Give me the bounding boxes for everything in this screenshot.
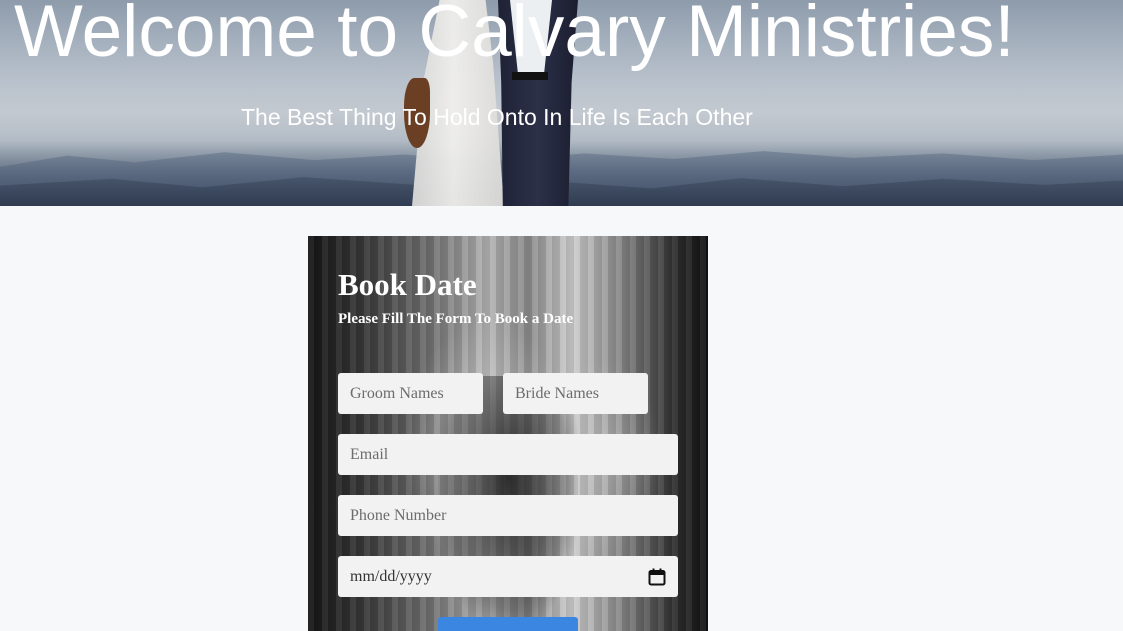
groom-names-input[interactable] bbox=[338, 373, 483, 414]
hero-tagline: The Best Thing To Hold Onto In Life Is E… bbox=[241, 104, 753, 130]
form-subtitle: Please Fill The Form To Book a Date bbox=[338, 310, 574, 327]
calendar-icon[interactable] bbox=[648, 568, 666, 586]
phone-number-input[interactable] bbox=[338, 495, 678, 536]
email-input[interactable] bbox=[338, 434, 678, 475]
date-input[interactable]: mm/dd/yyyy bbox=[338, 556, 678, 597]
hero-title: Welcome to Calvary Ministries! bbox=[14, 0, 1015, 72]
date-input-value: mm/dd/yyyy bbox=[350, 567, 432, 585]
hero-banner: Welcome to Calvary Ministries! The Best … bbox=[0, 0, 1123, 206]
form-header: Book Date Please Fill The Form To Book a… bbox=[338, 266, 678, 328]
submit-button[interactable]: S bbox=[438, 617, 578, 631]
bride-names-input[interactable] bbox=[503, 373, 648, 414]
form-title: Book Date bbox=[338, 267, 477, 302]
booking-form-card: Book Date Please Fill The Form To Book a… bbox=[308, 236, 708, 631]
